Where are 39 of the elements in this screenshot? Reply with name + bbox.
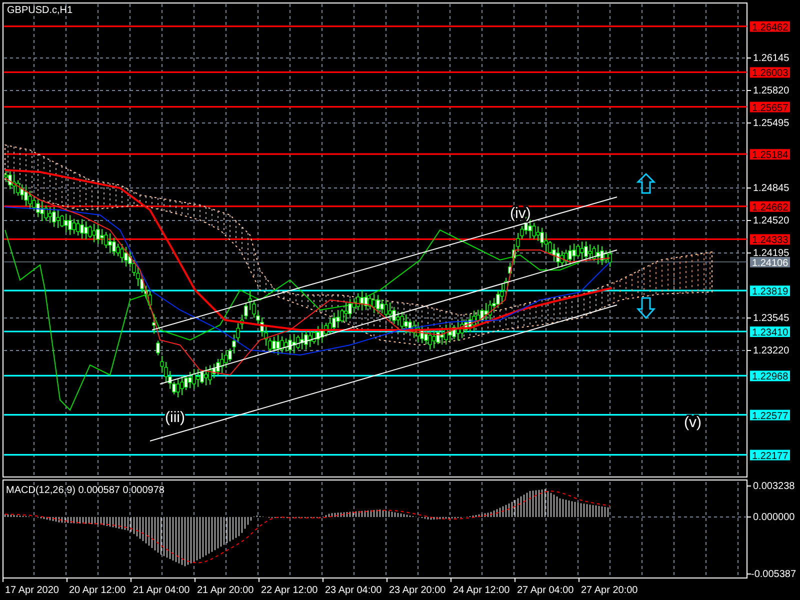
price-badge: 1.26462 xyxy=(750,21,790,34)
time-label: 20 Apr 12:00 xyxy=(69,585,126,596)
macd-label: 0.003238 xyxy=(753,481,795,492)
price-badge: 1.25184 xyxy=(750,149,790,162)
price-label: 1.25495 xyxy=(753,118,790,129)
time-label: 17 Apr 2020 xyxy=(5,585,59,596)
price-badge: 1.24106 xyxy=(750,256,790,269)
price-badge: 1.22177 xyxy=(750,450,790,462)
macd-title: MACD(12,26,9) 0.000587 0.000978 xyxy=(6,485,164,496)
time-label: 27 Apr 04:00 xyxy=(517,585,574,596)
price-badge: 1.23819 xyxy=(750,286,790,298)
price-badge: 1.24662 xyxy=(750,201,790,214)
price-label: 1.24520 xyxy=(753,216,790,226)
price-badge: 1.22968 xyxy=(750,370,790,383)
price-label: 1.26145 xyxy=(753,53,790,64)
time-label: 23 Apr 04:00 xyxy=(325,585,382,596)
price-badge: 1.25657 xyxy=(750,102,790,114)
macd-label: 0.000000 xyxy=(753,512,795,523)
time-label: 23 Apr 20:00 xyxy=(389,585,446,596)
price-label: 1.23220 xyxy=(753,346,790,356)
time-label: 24 Apr 12:00 xyxy=(453,585,510,596)
price-label: 1.24195 xyxy=(753,248,790,259)
price-badge: 1.22577 xyxy=(750,410,790,422)
time-label: 27 Apr 20:00 xyxy=(581,585,638,596)
price-label: 1.24845 xyxy=(753,183,790,194)
arrow-up-icon xyxy=(636,172,656,194)
wave-label: (iv) xyxy=(510,205,531,222)
price-label: 1.23545 xyxy=(753,313,790,324)
arrow-down-icon xyxy=(636,297,656,320)
price-label: 1.25820 xyxy=(753,86,790,96)
price-badge: 1.23410 xyxy=(750,326,790,338)
price-badge: 1.26003 xyxy=(750,67,790,80)
time-label: 21 Apr 04:00 xyxy=(133,585,190,596)
macd-label: -0.005387 xyxy=(751,569,796,580)
chart-title: GBPUSD.c,H1 xyxy=(7,5,73,16)
time-label: 22 Apr 12:00 xyxy=(261,585,318,596)
price-badge: 1.24333 xyxy=(750,234,790,246)
time-label: 21 Apr 20:00 xyxy=(197,585,254,596)
wave-label: (v) xyxy=(684,414,702,431)
